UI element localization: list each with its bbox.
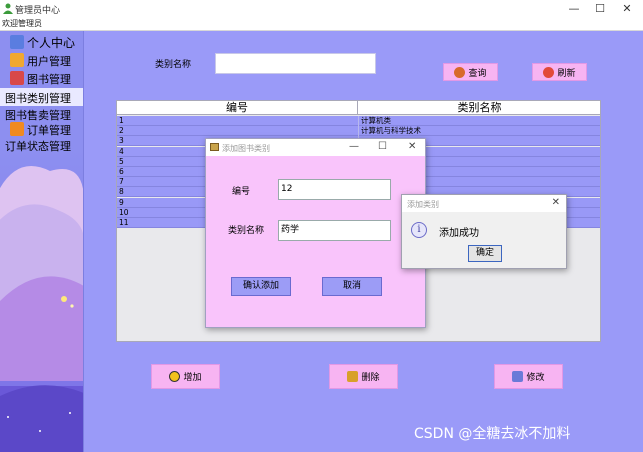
confirm-add-button[interactable]: 确认添加 — [231, 277, 291, 296]
minimize-icon[interactable]: — — [349, 141, 359, 152]
books-icon — [10, 71, 24, 85]
sidebar: 个人中心 用户管理 图书管理 图书类别管理 图书售卖管理 订单管理 订单状态管理 — [0, 31, 84, 452]
cell-id: 8 — [119, 187, 124, 197]
sidebar-item-label: 订单状态管理 — [5, 140, 71, 153]
add-button-label: 增加 — [183, 373, 202, 383]
sidebar-background-illustration — [0, 151, 83, 452]
query-button[interactable]: 查询 — [443, 63, 498, 81]
app-icon — [3, 3, 13, 14]
maximize-icon[interactable]: ☐ — [378, 141, 387, 152]
column-header-name[interactable]: 类别名称 — [359, 101, 600, 115]
cell-id: 6 — [119, 167, 124, 176]
edit-icon — [512, 371, 524, 382]
person-icon — [10, 35, 24, 49]
sidebar-item-book-categories[interactable]: 图书类别管理 — [0, 88, 83, 106]
info-icon: i — [411, 222, 427, 238]
query-button-label: 查询 — [468, 68, 487, 79]
watermark: CSDN @全糖去冰不加料 — [414, 426, 571, 442]
sidebar-item-order-status[interactable]: 订单状态管理 — [0, 136, 83, 154]
column-separator — [358, 126, 359, 137]
cell-id: 1 — [119, 116, 124, 125]
cell-id: 9 — [119, 197, 124, 207]
maximize-icon[interactable]: ☐ — [586, 1, 614, 17]
ok-button[interactable]: 确定 — [468, 245, 502, 262]
table-row[interactable]: 2 计算机与科学技术 — [117, 126, 600, 137]
message-dialog-title: 添加类别 — [407, 200, 439, 209]
add-button[interactable]: 增加 — [151, 364, 220, 389]
cancel-button[interactable]: 取消 — [322, 277, 382, 296]
edit-button[interactable]: 修改 — [494, 364, 563, 389]
table-row[interactable]: 1 计算机类 — [117, 116, 600, 126]
message-dialog-titlebar: 添加类别 ✕ — [402, 195, 566, 212]
sidebar-item-label: 图书类别管理 — [5, 92, 71, 105]
refresh-button-label: 刷新 — [557, 68, 576, 79]
id-label: 编号 — [232, 187, 251, 197]
refresh-icon — [543, 66, 555, 78]
sidebar-item-books[interactable]: 图书管理 — [0, 69, 83, 87]
plus-icon — [169, 371, 181, 382]
dialog-titlebar: 添加图书类别 — ☐ ✕ — [206, 139, 425, 156]
sidebar-item-users[interactable]: 用户管理 — [0, 51, 83, 69]
cell-id: 11 — [119, 218, 129, 227]
sidebar-item-profile[interactable]: 个人中心 — [0, 33, 83, 51]
users-icon — [10, 53, 24, 67]
table-header: 编号 类别名称 — [117, 101, 600, 115]
search-label: 类别名称 — [155, 60, 192, 70]
message-text: 添加成功 — [439, 228, 479, 239]
close-icon[interactable]: ✕ — [613, 1, 641, 17]
delete-button-label: 删除 — [361, 373, 380, 383]
sidebar-item-label: 用户管理 — [27, 55, 71, 68]
dialog-title: 添加图书类别 — [222, 144, 270, 153]
column-header-id[interactable]: 编号 — [117, 101, 358, 115]
menubar-welcome: 欢迎管理员 — [0, 18, 643, 31]
order-icon — [10, 122, 24, 136]
cell-id: 2 — [119, 126, 124, 136]
search-input[interactable] — [215, 53, 376, 74]
cell-category-name: 计算机与科学技术 — [361, 126, 421, 136]
cell-id: 3 — [119, 136, 124, 146]
window-titlebar: 管理员中心 — ☐ ✕ — [0, 0, 643, 18]
message-dialog: 添加类别 ✕ i 添加成功 确定 — [401, 194, 567, 269]
column-separator — [358, 116, 359, 126]
add-category-dialog: 添加图书类别 — ☐ ✕ 编号 12 类别名称 药学 确认添加 取消 — [205, 138, 426, 328]
cell-id: 10 — [119, 207, 129, 217]
close-icon[interactable]: ✕ — [552, 197, 560, 208]
cell-id: 4 — [119, 146, 124, 156]
category-name-label: 类别名称 — [228, 226, 265, 236]
dialog-app-icon — [210, 143, 219, 151]
search-icon — [454, 66, 466, 78]
close-icon[interactable]: ✕ — [408, 141, 416, 152]
edit-button-label: 修改 — [526, 373, 545, 383]
trash-icon — [347, 371, 359, 382]
sidebar-item-label: 个人中心 — [27, 36, 76, 50]
refresh-button[interactable]: 刷新 — [532, 63, 587, 81]
minimize-icon[interactable]: — — [560, 1, 588, 17]
category-name-field[interactable]: 药学 — [278, 220, 391, 241]
window-title: 管理员中心 — [15, 6, 61, 16]
delete-button[interactable]: 删除 — [329, 364, 398, 389]
cell-category-name: 计算机类 — [361, 116, 391, 125]
id-field[interactable]: 12 — [278, 179, 391, 200]
cell-id: 7 — [119, 177, 124, 187]
sidebar-item-label: 图书管理 — [27, 73, 71, 86]
cell-id: 5 — [119, 156, 124, 166]
